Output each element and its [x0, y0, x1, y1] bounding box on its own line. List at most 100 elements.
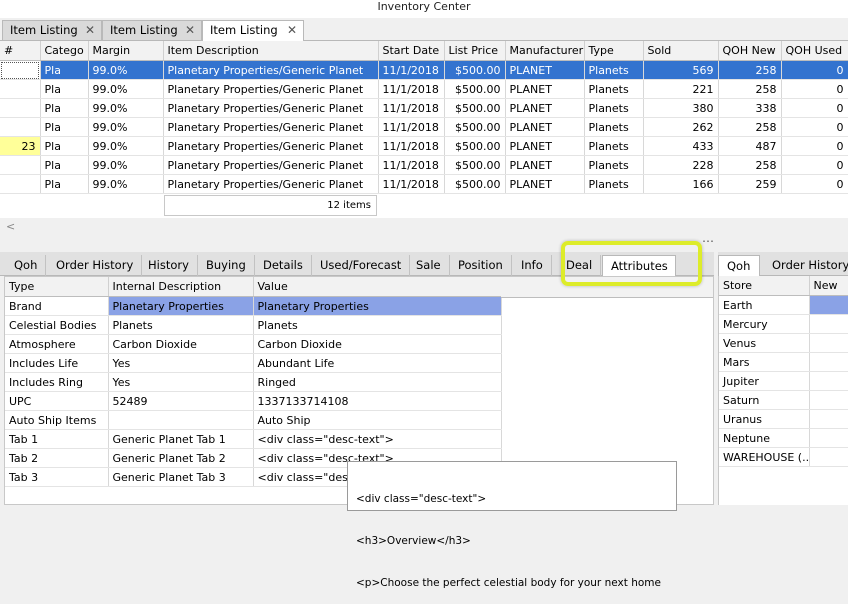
cell-internal-description: 52489 [108, 391, 254, 411]
column-header-type[interactable]: Type [584, 41, 644, 61]
close-icon[interactable]: ✕ [287, 21, 297, 40]
tab-info[interactable]: Info [513, 255, 552, 276]
close-icon[interactable]: ✕ [185, 21, 195, 40]
cell-item-description: Planetary Properties/Generic Planet [163, 155, 379, 175]
column-header-start-date[interactable]: Start Date [378, 41, 445, 61]
cell-item-description: Planetary Properties/Generic Planet [163, 60, 379, 80]
attribute-row[interactable]: Atmosphere Carbon Dioxide Carbon Dioxide [5, 334, 502, 354]
close-icon[interactable]: ✕ [85, 21, 95, 40]
column-header-new[interactable]: New [809, 276, 848, 296]
item-row[interactable]: Pla 99.0% Planetary Properties/Generic Pla… [0, 79, 848, 99]
cell-internal-description [108, 410, 254, 430]
attribute-row[interactable]: Includes Ring Yes Ringed [5, 372, 502, 392]
column-header-category[interactable]: Catego [40, 41, 89, 61]
attribute-row[interactable]: Auto Ship Items Auto Ship [5, 410, 502, 430]
column-header-item-description[interactable]: Item Description [163, 41, 379, 61]
column-header-margin[interactable]: Margin [88, 41, 164, 61]
cell-item-description: Planetary Properties/Generic Planet [163, 174, 379, 194]
item-listing-grid[interactable]: # Catego Margin Item Description Start D… [0, 41, 848, 194]
store-row[interactable]: Earth [719, 295, 848, 315]
panel-splitter[interactable]: ⋯ [0, 234, 848, 252]
column-header-value[interactable]: Value [253, 277, 502, 297]
attribute-row[interactable]: Celestial Bodies Planets Planets [5, 315, 502, 335]
attribute-row[interactable]: Includes Life Yes Abundant Life [5, 353, 502, 373]
cell-qoh-used: 0 [781, 79, 848, 99]
scroll-left-icon[interactable]: < [6, 220, 15, 233]
column-header-qoh-used[interactable]: QOH Used [781, 41, 848, 61]
store-row[interactable]: Mars [719, 352, 848, 372]
column-header-list-price[interactable]: List Price [444, 41, 506, 61]
attribute-row[interactable]: Tab 1 Generic Planet Tab 1 <div class="des… [5, 429, 502, 449]
column-header-qoh-new[interactable]: QOH New [718, 41, 782, 61]
doc-tab-1[interactable]: Item Listing ✕ [2, 20, 102, 40]
tab-details[interactable]: Details [255, 255, 312, 276]
value-tooltip: <div class="desc-text"> <h3>Overview</h3… [347, 461, 677, 589]
cell-start-date: 11/1/2018 [378, 174, 445, 194]
column-header-sold[interactable]: Sold [643, 41, 719, 61]
cell-category: Pla [40, 98, 89, 118]
item-row[interactable]: Pla 99.0% Planetary Properties/Generic Pla… [0, 98, 848, 118]
horizontal-scrollbar[interactable]: < [0, 219, 848, 235]
attributes-grid[interactable]: Type Internal Description Value Brand Pla… [5, 277, 502, 487]
column-header-number[interactable]: # [0, 41, 41, 61]
cell-store: Mercury [719, 314, 810, 334]
cell-item-description: Planetary Properties/Generic Planet [163, 136, 379, 156]
store-row[interactable]: Venus [719, 333, 848, 353]
cell-attr-type: Atmosphere [5, 334, 109, 354]
attribute-row[interactable]: UPC 52489 1337133714108 [5, 391, 502, 411]
cell-qoh-used: 0 [781, 98, 848, 118]
item-row[interactable]: Pla 99.0% Planetary Properties/Generic Pla… [0, 174, 848, 194]
store-row[interactable]: Mercury [719, 314, 848, 334]
cell-attr-type: Celestial Bodies [5, 315, 109, 335]
cell-manufacturer: PLANET [505, 98, 585, 118]
cell-category: Pla [40, 117, 89, 137]
store-row[interactable]: Jupiter [719, 371, 848, 391]
cell-sold: 569 [643, 60, 719, 80]
tooltip-line: <h3>Overview</h3> [356, 535, 471, 547]
cell-attr-type: Brand [5, 296, 109, 316]
cell-type: Planets [584, 98, 644, 118]
column-header-manufacturer[interactable]: Manufacturer [505, 41, 585, 61]
tab-store-qoh[interactable]: Qoh [718, 255, 760, 276]
column-header-store[interactable]: Store [719, 276, 810, 296]
cell-internal-description: Carbon Dioxide [108, 334, 254, 354]
attribute-row[interactable]: Brand Planetary Properties Planetary Prope… [5, 296, 502, 316]
cell-number [0, 155, 41, 175]
tab-sale[interactable]: Sale [408, 255, 450, 276]
splitter-grip-icon[interactable]: ⋯ [702, 234, 714, 248]
tab-history[interactable]: History [140, 255, 198, 276]
column-header-internal-description[interactable]: Internal Description [108, 277, 254, 297]
tab-position[interactable]: Position [450, 255, 512, 276]
tab-qoh[interactable]: Qoh [6, 255, 47, 276]
item-row[interactable]: 23 Pla 99.0% Planetary Properties/Generic P… [0, 136, 848, 156]
cell-attr-type: Tab 2 [5, 448, 109, 468]
cell-type: Planets [584, 79, 644, 99]
cell-margin: 99.0% [88, 155, 164, 175]
cell-type: Planets [584, 174, 644, 194]
tab-used-forecast[interactable]: Used/Forecast [312, 255, 411, 276]
tab-store-order-history[interactable]: Order History [764, 255, 848, 276]
cell-type: Planets [584, 155, 644, 175]
cell-new [809, 333, 848, 353]
cell-internal-description: Yes [108, 353, 254, 373]
cell-qoh-used: 0 [781, 155, 848, 175]
cell-qoh-new: 487 [718, 136, 782, 156]
cell-manufacturer: PLANET [505, 136, 585, 156]
store-row[interactable]: WAREHOUSE (... [719, 447, 848, 467]
cell-list-price: $500.00 [444, 136, 506, 156]
store-grid[interactable]: Store New Earth Mercury Venus Mars Jupiter Sa… [719, 276, 848, 467]
doc-tab-2[interactable]: Item Listing ✕ [102, 20, 202, 40]
item-row[interactable]: Pla 99.0% Planetary Properties/Generic Pla… [0, 155, 848, 175]
store-row[interactable]: Neptune [719, 428, 848, 448]
doc-tab-3-active[interactable]: Item Listing ✕ [202, 20, 304, 41]
tab-order-history[interactable]: Order History [48, 255, 143, 276]
column-header-attr-type[interactable]: Type [5, 277, 109, 297]
store-row[interactable]: Saturn [719, 390, 848, 410]
tab-buying[interactable]: Buying [198, 255, 255, 276]
store-row[interactable]: Uranus [719, 409, 848, 429]
cell-list-price: $500.00 [444, 174, 506, 194]
item-row[interactable]: Pla 99.0% Planetary Properties/Generic Pla… [0, 60, 848, 80]
cell-margin: 99.0% [88, 136, 164, 156]
cell-new [809, 314, 848, 334]
item-row[interactable]: Pla 99.0% Planetary Properties/Generic Pla… [0, 117, 848, 137]
